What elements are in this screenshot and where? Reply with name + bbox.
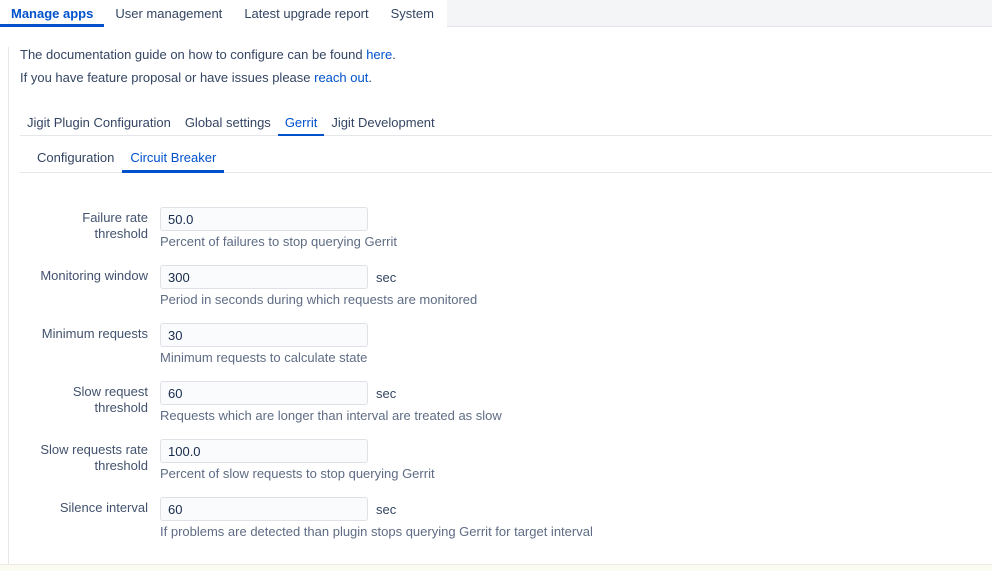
field-label: Failure rate threshold bbox=[36, 207, 148, 242]
gerrit-subtab-bar: Configuration Circuit Breaker bbox=[20, 150, 992, 173]
monitoring-window-input[interactable] bbox=[160, 265, 368, 289]
field-row-monitoring-window: Monitoring window sec Period in seconds … bbox=[36, 265, 992, 308]
nav-item-system[interactable]: System bbox=[380, 0, 445, 27]
field-main: Minimum requests to calculate state bbox=[160, 323, 368, 366]
tab-jigit-plugin-configuration[interactable]: Jigit Plugin Configuration bbox=[20, 115, 178, 136]
field-description: Percent of slow requests to stop queryin… bbox=[160, 466, 435, 482]
subtab-circuit-breaker[interactable]: Circuit Breaker bbox=[122, 150, 224, 173]
field-row-failure-rate-threshold: Failure rate threshold Percent of failur… bbox=[36, 207, 992, 250]
field-main: Percent of failures to stop querying Ger… bbox=[160, 207, 397, 250]
circuit-breaker-form: Failure rate threshold Percent of failur… bbox=[36, 207, 992, 540]
field-unit: sec bbox=[376, 270, 396, 285]
field-unit: sec bbox=[376, 386, 396, 401]
field-label: Slow request threshold bbox=[36, 381, 148, 416]
silence-interval-input[interactable] bbox=[160, 497, 368, 521]
admin-nav-bar: Manage apps User management Latest upgra… bbox=[0, 0, 992, 27]
minimum-requests-input[interactable] bbox=[160, 323, 368, 347]
documentation-note-period: . bbox=[392, 47, 396, 62]
input-line bbox=[160, 439, 435, 463]
field-row-silence-interval: Silence interval sec If problems are det… bbox=[36, 497, 992, 540]
reach-out-link[interactable]: reach out bbox=[314, 70, 368, 85]
tab-jigit-development[interactable]: Jigit Development bbox=[324, 115, 441, 136]
field-label: Silence interval bbox=[36, 497, 148, 516]
field-label: Monitoring window bbox=[36, 265, 148, 284]
feedback-note-period: . bbox=[368, 70, 372, 85]
field-label: Minimum requests bbox=[36, 323, 148, 342]
feedback-note: If you have feature proposal or have iss… bbox=[20, 70, 992, 86]
documentation-here-link[interactable]: here bbox=[366, 47, 392, 62]
admin-nav-group: Manage apps User management Latest upgra… bbox=[0, 0, 447, 27]
bottom-section-edge bbox=[0, 564, 992, 571]
field-row-slow-request-threshold: Slow request threshold sec Requests whic… bbox=[36, 381, 992, 424]
nav-item-latest-upgrade-report[interactable]: Latest upgrade report bbox=[233, 0, 379, 27]
field-main: sec Requests which are longer than inter… bbox=[160, 381, 502, 424]
nav-item-manage-apps[interactable]: Manage apps bbox=[0, 0, 104, 27]
input-line bbox=[160, 207, 397, 231]
documentation-note: The documentation guide on how to config… bbox=[20, 47, 992, 63]
content-left-divider bbox=[8, 47, 9, 571]
failure-rate-threshold-input[interactable] bbox=[160, 207, 368, 231]
input-line bbox=[160, 323, 368, 347]
field-description: Period in seconds during which requests … bbox=[160, 292, 477, 308]
tab-global-settings[interactable]: Global settings bbox=[178, 115, 278, 136]
field-description: If problems are detected than plugin sto… bbox=[160, 524, 593, 540]
field-description: Minimum requests to calculate state bbox=[160, 350, 368, 366]
field-description: Percent of failures to stop querying Ger… bbox=[160, 234, 397, 250]
field-row-slow-requests-rate-threshold: Slow requests rate threshold Percent of … bbox=[36, 439, 992, 482]
nav-item-user-management[interactable]: User management bbox=[104, 0, 233, 27]
field-row-minimum-requests: Minimum requests Minimum requests to cal… bbox=[36, 323, 992, 366]
slow-request-threshold-input[interactable] bbox=[160, 381, 368, 405]
input-line: sec bbox=[160, 381, 502, 405]
slow-requests-rate-threshold-input[interactable] bbox=[160, 439, 368, 463]
intro-text-block: The documentation guide on how to config… bbox=[20, 47, 992, 86]
input-line: sec bbox=[160, 497, 593, 521]
field-main: Percent of slow requests to stop queryin… bbox=[160, 439, 435, 482]
field-description: Requests which are longer than interval … bbox=[160, 408, 502, 424]
plugin-tab-bar: Jigit Plugin Configuration Global settin… bbox=[20, 115, 992, 136]
tab-gerrit[interactable]: Gerrit bbox=[278, 115, 325, 136]
field-main: sec If problems are detected than plugin… bbox=[160, 497, 593, 540]
field-main: sec Period in seconds during which reque… bbox=[160, 265, 477, 308]
input-line: sec bbox=[160, 265, 477, 289]
manage-apps-content: The documentation guide on how to config… bbox=[0, 47, 992, 571]
feedback-note-text: If you have feature proposal or have iss… bbox=[20, 70, 314, 85]
documentation-note-text: The documentation guide on how to config… bbox=[20, 47, 366, 62]
subtab-configuration[interactable]: Configuration bbox=[29, 150, 122, 173]
field-unit: sec bbox=[376, 502, 396, 517]
field-label: Slow requests rate threshold bbox=[36, 439, 148, 474]
